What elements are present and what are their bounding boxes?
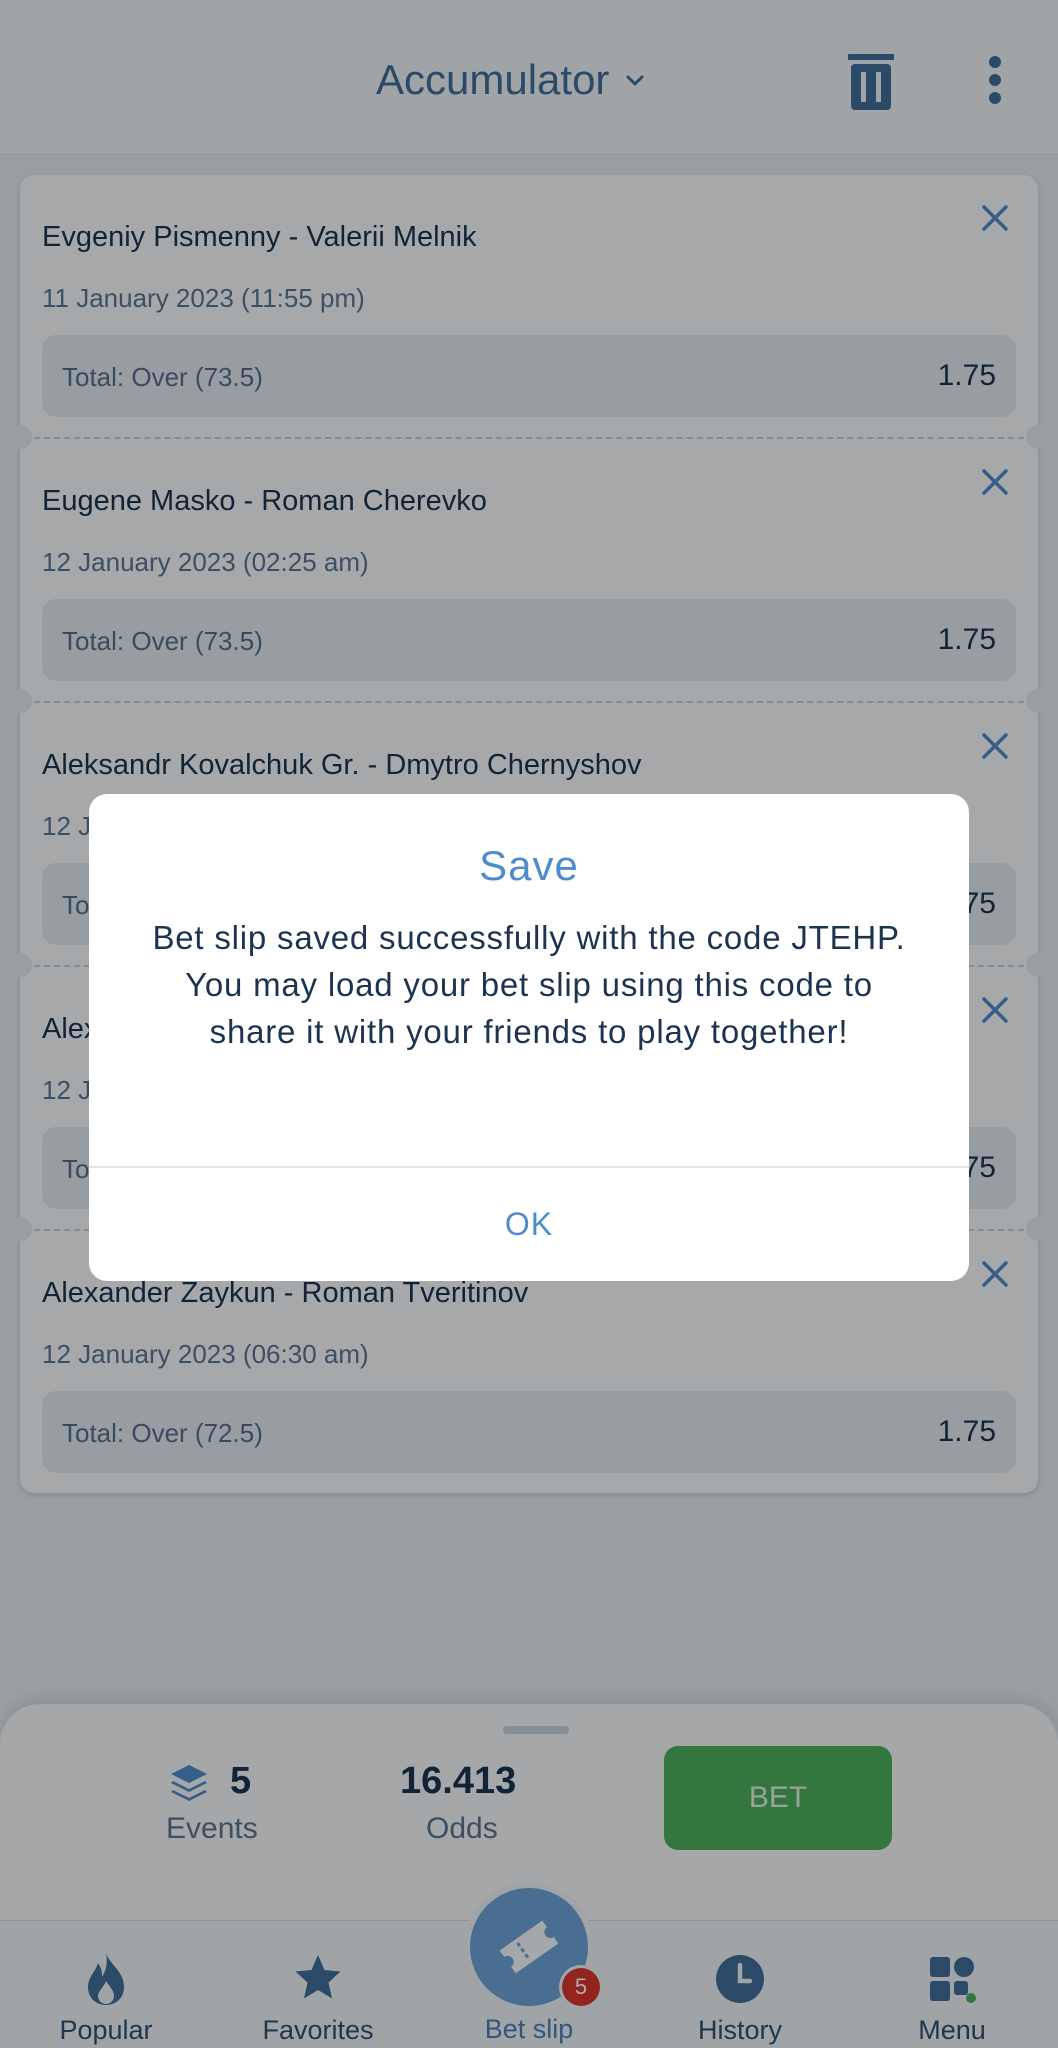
dialog-message: Bet slip saved successfully with the cod… (152, 919, 906, 1050)
ok-button[interactable]: OK (89, 1168, 969, 1281)
dialog-title: Save (479, 842, 579, 889)
save-dialog: Save Bet slip saved successfully with th… (89, 794, 969, 1281)
